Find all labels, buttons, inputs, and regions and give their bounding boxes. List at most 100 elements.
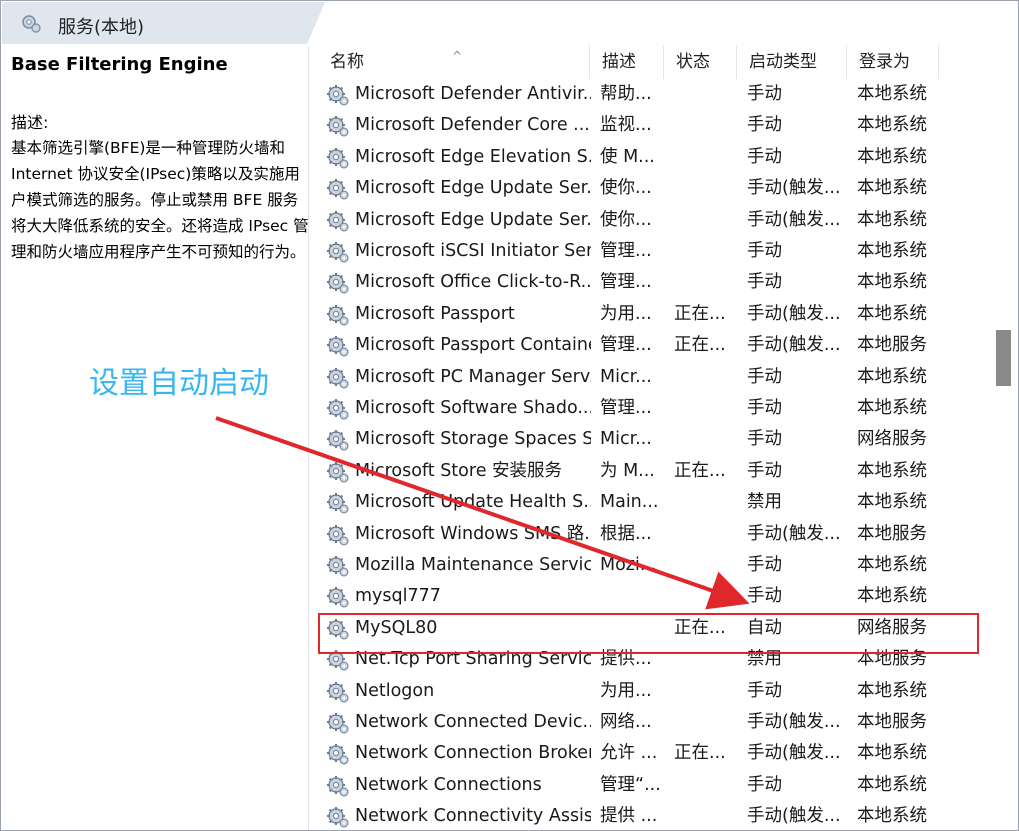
column-logon-as-label: 登录为 [859, 52, 910, 72]
service-logon-as: 本地系统 [857, 806, 927, 827]
service-gear-icon [327, 336, 349, 357]
column-header-description[interactable]: 描述 [590, 45, 664, 79]
service-gear-icon [327, 116, 349, 137]
table-row[interactable]: Microsoft Office Click-to-R... 管理... 手动 本地系… [318, 267, 990, 298]
table-row[interactable]: Microsoft Software Shado... 管理... 手动 本地系统 [318, 393, 990, 424]
service-startup-type: 手动(触发... [747, 523, 841, 544]
service-name: mysql777 [355, 586, 441, 607]
table-row[interactable]: Netlogon 为用... 手动 本地系统 [318, 676, 990, 707]
service-logon-as: 本地系统 [857, 555, 927, 575]
service-description: 根据... [600, 523, 652, 544]
service-description: 为 M... [600, 460, 655, 481]
table-row[interactable]: Microsoft Passport 为用... 正在... 手动(触发... 本地系统 [318, 299, 990, 330]
table-row[interactable]: Network Connectivity Assis... 提供 ... 手动(触发… [318, 801, 990, 830]
annotation-text: 设置自动启动 [89, 366, 269, 401]
service-status [674, 267, 736, 298]
service-gear-icon [327, 681, 349, 703]
service-startup-type: 手动 [747, 398, 782, 418]
service-startup-type: 手动 [747, 555, 782, 575]
service-logon-as: 本地系统 [857, 774, 927, 795]
service-description: 使 M... [600, 146, 655, 167]
service-description: 管理... [600, 335, 652, 356]
service-description: 管理... [600, 241, 652, 261]
service-startup-type: 手动(触发... [747, 303, 841, 324]
service-gear-icon [327, 179, 349, 200]
service-gear-icon [327, 713, 349, 734]
service-gear-icon [327, 587, 349, 608]
table-row[interactable]: Network Connections 管理“... 手动 本地系统 [318, 770, 990, 801]
service-logon-as: 本地服务 [857, 335, 927, 356]
service-logon-as: 本地系统 [857, 272, 927, 293]
service-name: Microsoft Storage Spaces S... [355, 429, 591, 450]
service-status [674, 236, 736, 267]
scrollbar-thumb[interactable] [996, 330, 1011, 386]
service-status [674, 487, 736, 518]
vertical-scrollbar[interactable] [992, 45, 1018, 830]
table-row[interactable]: Microsoft Edge Update Ser... 使你... 手动(触发..… [318, 173, 990, 204]
service-status [674, 142, 736, 173]
service-name: Netlogon [355, 680, 435, 701]
service-status [674, 393, 736, 424]
service-description: 使你... [600, 209, 652, 230]
service-gear-icon [327, 399, 349, 420]
table-row[interactable]: Microsoft Storage Spaces S... Micr... 手动 网络… [318, 424, 990, 455]
table-row[interactable]: Microsoft Defender Core ... 监视... 手动 本地系统 [318, 110, 990, 141]
service-status [674, 79, 736, 110]
service-status: 正在... [674, 460, 726, 481]
column-header-startup-type[interactable]: 启动类型 [737, 45, 847, 79]
service-gear-icon [327, 367, 349, 389]
mysql80-highlight-box [318, 613, 979, 654]
column-header-status[interactable]: 状态 [664, 45, 737, 79]
table-row[interactable]: mysql777 手动 本地系统 [318, 581, 990, 612]
service-logon-as: 本地服务 [857, 712, 927, 732]
service-startup-type: 手动 [747, 586, 782, 607]
service-status [674, 362, 736, 393]
services-table: 名称 ^ 描述 状态 启动类型 登录为 Microsoft Defender A… [318, 45, 990, 830]
service-description: 为用... [600, 680, 652, 701]
service-status [674, 581, 736, 612]
column-header-name[interactable]: 名称 ^ [318, 45, 590, 79]
service-gear-icon [327, 524, 349, 546]
service-description: 使你... [600, 178, 652, 199]
service-status [674, 424, 736, 455]
service-startup-type: 手动 [747, 272, 782, 293]
service-startup-type: 手动 [747, 774, 782, 795]
service-gear-icon [327, 807, 349, 828]
service-status: 正在... [674, 335, 726, 356]
service-name: Mozilla Maintenance Service [355, 555, 591, 575]
table-row[interactable]: Mozilla Maintenance Service Mozi... 手动 本地系统 [318, 550, 990, 581]
table-row[interactable]: Network Connected Devic... 网络... 手动(触发... 本… [318, 707, 990, 738]
table-row[interactable]: Microsoft PC Manager Serv... Micr... 手动 本地系… [318, 362, 990, 393]
service-logon-as: 本地系统 [857, 115, 927, 136]
service-startup-type: 手动(触发... [747, 178, 841, 199]
service-startup-type: 手动(触发... [747, 806, 841, 827]
service-startup-type: 手动(触发... [747, 712, 841, 732]
table-row[interactable]: Microsoft Edge Update Ser... 使你... 手动(触发..… [318, 205, 990, 236]
table-row[interactable]: Microsoft Defender Antivir... 帮助... 手动 本地系统 [318, 79, 990, 110]
table-row[interactable]: Microsoft iSCSI Initiator Ser... 管理... 手动 本… [318, 236, 990, 267]
table-row[interactable]: Network Connection Broker 允许 ... 正在... 手动(触… [318, 738, 990, 769]
table-row[interactable]: Microsoft Update Health S... Main... 禁用 本地系… [318, 487, 990, 518]
table-row[interactable]: Microsoft Edge Elevation S... 使 M... 手动 本地系… [318, 142, 990, 173]
service-description: 网络... [600, 712, 652, 732]
service-status: 正在... [674, 743, 726, 764]
service-gear-icon [327, 556, 349, 577]
column-header-logon-as[interactable]: 登录为 [847, 45, 939, 79]
service-status [674, 770, 736, 801]
table-row[interactable]: Microsoft Passport Container 管理... 正在... 手动… [318, 330, 990, 361]
table-row[interactable]: Microsoft Store 安装服务 为 M... 正在... 手动 本地系统 [318, 456, 990, 487]
service-name: Microsoft Defender Core ... [355, 115, 590, 136]
service-startup-type: 手动(触发... [747, 743, 841, 764]
service-description [600, 581, 660, 612]
service-name: Microsoft Windows SMS 路... [355, 523, 591, 544]
services-gear-icon [22, 15, 41, 33]
service-name: Microsoft Passport [355, 303, 515, 324]
description-pane: Base Filtering Engine 描述: 基本筛选引擎(BFE)是一种… [1, 45, 309, 830]
service-name: Microsoft Edge Update Ser... [355, 209, 591, 230]
service-logon-as: 本地系统 [857, 680, 927, 701]
header-tab[interactable]: 服务(本地) [2, 2, 325, 44]
service-name: Microsoft Store 安装服务 [355, 460, 563, 481]
service-name: Network Connection Broker [355, 743, 591, 764]
table-row[interactable]: Microsoft Windows SMS 路... 根据... 手动(触发... 本… [318, 519, 990, 550]
service-description: 监视... [600, 115, 652, 136]
